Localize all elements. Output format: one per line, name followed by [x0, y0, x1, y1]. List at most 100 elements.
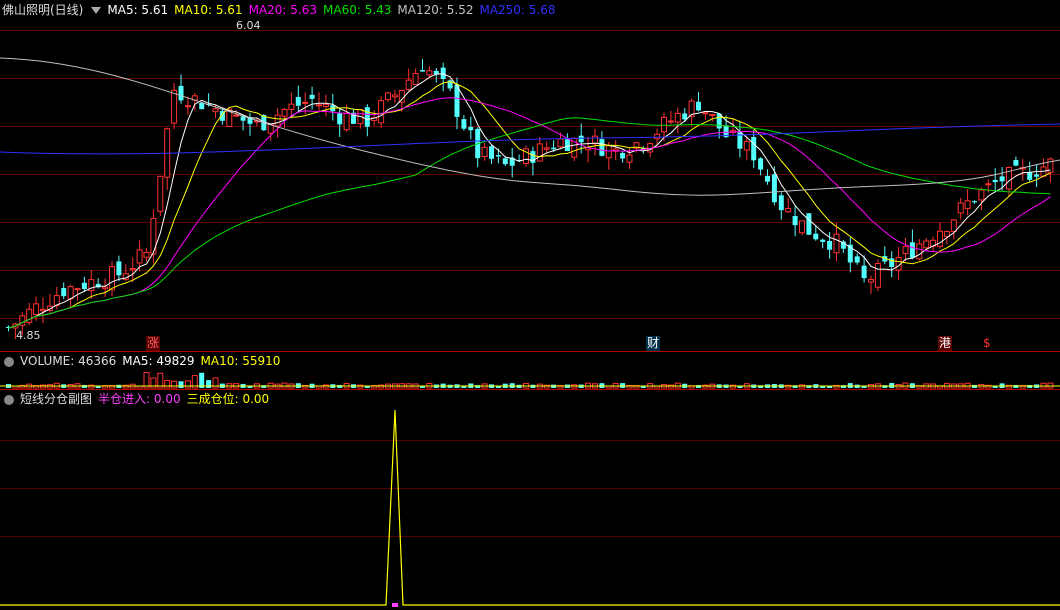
candlestick: [585, 136, 592, 163]
candlestick: [67, 284, 74, 309]
candlestick: [440, 62, 446, 92]
candlestick: [964, 189, 971, 216]
candlestick: [247, 112, 253, 136]
candlestick: [992, 168, 998, 192]
candlestick: [102, 278, 109, 297]
candlestick: [743, 136, 750, 161]
candlestick: [778, 192, 784, 220]
volume-bar: [696, 385, 701, 388]
candlestick: [564, 133, 570, 152]
candlestick: [184, 96, 191, 115]
candlestick: [765, 169, 770, 185]
candlestick: [1040, 158, 1047, 178]
candlestick: [143, 248, 150, 262]
candlestick: [950, 218, 957, 240]
candlestick: [696, 92, 701, 112]
candlestick: [40, 297, 46, 324]
candlestick: [281, 107, 288, 128]
candlestick: [592, 128, 598, 156]
kline-chart[interactable]: [0, 0, 1060, 610]
candlestick: [930, 236, 937, 253]
candlestick: [481, 143, 488, 161]
candlestick: [1019, 159, 1026, 181]
candlestick: [378, 96, 385, 129]
candlestick: [792, 206, 798, 237]
event-tag-hk[interactable]: 港: [938, 336, 953, 351]
ma120-line: [0, 57, 1060, 196]
candlestick: [751, 129, 757, 168]
candlestick: [116, 255, 122, 281]
candlestick: [1034, 164, 1040, 188]
ma10-line: [8, 81, 1051, 329]
candlestick: [6, 325, 11, 332]
event-tag-finance[interactable]: 财: [646, 336, 661, 351]
candlestick: [543, 141, 550, 154]
candlestick: [316, 92, 322, 113]
candlestick: [61, 282, 67, 300]
candlestick: [868, 275, 874, 294]
candlestick: [889, 251, 895, 278]
candlestick: [847, 237, 853, 273]
candlestick: [895, 247, 902, 280]
volume-bar: [1027, 385, 1033, 388]
candlestick: [820, 238, 826, 249]
candlestick: [667, 110, 674, 125]
candlestick: [785, 197, 792, 213]
candlestick: [178, 74, 184, 104]
candlestick: [937, 222, 943, 249]
candlestick: [88, 269, 95, 299]
candlestick: [620, 151, 626, 163]
candlestick: [405, 68, 412, 91]
candlestick: [489, 144, 494, 164]
candlestick: [420, 59, 425, 72]
candlestick: [999, 167, 1005, 191]
candlestick: [882, 246, 888, 265]
ma5-line: [8, 73, 1051, 329]
candlestick: [682, 108, 688, 123]
candlestick: [674, 107, 681, 134]
candlestick: [468, 116, 474, 140]
volume-bar: [178, 381, 184, 388]
candlestick: [799, 220, 805, 236]
candlestick: [978, 187, 985, 211]
candlestick: [688, 98, 695, 126]
candlestick: [902, 237, 909, 262]
candlestick: [309, 86, 315, 110]
volume-bar: [184, 380, 191, 389]
candlestick: [295, 85, 301, 112]
candlestick: [129, 257, 136, 283]
high-price-label: 6.04: [236, 19, 261, 32]
candlestick: [385, 91, 391, 102]
candlestick: [502, 157, 508, 166]
event-tag-dollar[interactable]: $: [982, 336, 992, 351]
candlestick: [240, 116, 246, 131]
candlestick: [509, 147, 515, 178]
candlestick: [854, 253, 860, 265]
event-tag-limit-up[interactable]: 涨: [146, 336, 161, 351]
candlestick: [109, 261, 115, 297]
volume-bar: [171, 380, 178, 389]
candlestick: [737, 120, 743, 158]
candlestick: [330, 93, 336, 121]
candlestick: [267, 123, 274, 141]
candlestick: [157, 175, 164, 216]
candlestick: [412, 68, 419, 85]
indicator-line: [0, 409, 1060, 606]
candlestick: [171, 82, 178, 130]
candlestick: [81, 276, 87, 293]
volume-bar: [206, 380, 212, 388]
candlestick: [523, 145, 529, 167]
candlestick: [351, 108, 356, 125]
candlestick: [322, 94, 329, 117]
candlestick: [874, 259, 881, 292]
candlestick: [972, 200, 977, 204]
candlestick: [164, 127, 171, 190]
candlestick: [833, 222, 840, 262]
volume-bar: [164, 380, 171, 389]
candlestick: [447, 79, 453, 92]
candlestick: [357, 109, 364, 129]
candlestick: [758, 157, 764, 176]
candlestick: [337, 107, 343, 138]
candlestick: [957, 197, 964, 220]
candlestick: [364, 104, 370, 137]
